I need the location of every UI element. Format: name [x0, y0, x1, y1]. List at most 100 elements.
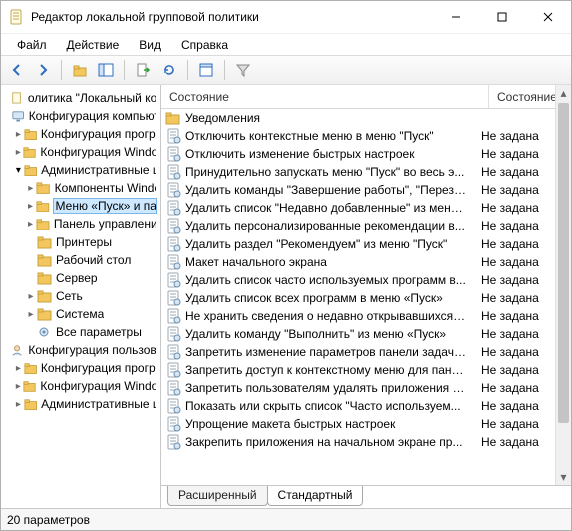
- list-folder-row[interactable]: Уведомления: [161, 109, 555, 127]
- chevron-right-icon[interactable]: ▸: [25, 309, 37, 320]
- list-body[interactable]: УведомленияОтключить контекстные меню в …: [161, 109, 555, 485]
- list-setting-row[interactable]: Удалить список часто используемых програ…: [161, 271, 555, 289]
- list-item-state: Не задана: [473, 345, 555, 359]
- list-setting-row[interactable]: Макет начального экранаНе задана: [161, 253, 555, 271]
- forward-button[interactable]: [31, 58, 55, 82]
- list-setting-row[interactable]: Закрепить приложения на начальном экране…: [161, 433, 555, 451]
- scrollbar-vertical[interactable]: ▴ ▾: [555, 85, 571, 485]
- list-item-state: Не задана: [473, 435, 555, 449]
- tree-administrative-templates[interactable]: ▾ Административные ша: [1, 161, 160, 179]
- list-setting-row[interactable]: Отключить контекстные меню в меню "Пуск"…: [161, 127, 555, 145]
- up-button[interactable]: [68, 58, 92, 82]
- tree-label: Система: [56, 307, 104, 321]
- setting-icon: [165, 434, 181, 450]
- list-setting-row[interactable]: Удалить персонализированные рекомендации…: [161, 217, 555, 235]
- menu-file[interactable]: Файл: [7, 36, 57, 54]
- list-setting-row[interactable]: Запретить пользователям удалять приложен…: [161, 379, 555, 397]
- back-button[interactable]: [5, 58, 29, 82]
- chevron-right-icon[interactable]: ▸: [13, 363, 24, 374]
- tree-user-admin[interactable]: ▸ Административные ша: [1, 395, 160, 413]
- list-setting-row[interactable]: Удалить команду "Выполнить" из меню «Пус…: [161, 325, 555, 343]
- tree-computer-configuration[interactable]: Конфигурация компьютер: [1, 107, 160, 125]
- tree-network[interactable]: ▸ Сеть: [1, 287, 160, 305]
- chevron-right-icon[interactable]: ▸: [13, 129, 24, 140]
- tree-label: Рабочий стол: [56, 253, 131, 267]
- chevron-down-icon[interactable]: ▾: [13, 165, 24, 176]
- toolbar-separator-4: [224, 60, 225, 80]
- list-setting-row[interactable]: Удалить список "Недавно добавленные" из …: [161, 199, 555, 217]
- maximize-button[interactable]: [479, 1, 525, 33]
- policy-icon: [11, 91, 25, 105]
- chevron-right-icon[interactable]: ▸: [25, 219, 36, 230]
- tree-label: Конфигурация Windows: [40, 145, 156, 159]
- minimize-button[interactable]: [433, 1, 479, 33]
- tree-label: Конфигурация програм: [41, 127, 156, 141]
- tree-pane[interactable]: олитика "Локальный компь Конфигурация ко…: [1, 85, 161, 508]
- scroll-up-button[interactable]: ▴: [556, 85, 571, 101]
- window-title: Редактор локальной групповой политики: [31, 10, 433, 24]
- statusbar: 20 параметров: [1, 508, 571, 530]
- chevron-right-icon[interactable]: ▸: [25, 201, 36, 212]
- list-item-name: Удалить раздел "Рекомендуем" из меню "Пу…: [185, 237, 473, 251]
- menubar: Файл Действие Вид Справка: [1, 33, 571, 55]
- tree-system[interactable]: ▸ Система: [1, 305, 160, 323]
- list-setting-row[interactable]: Удалить раздел "Рекомендуем" из меню "Пу…: [161, 235, 555, 253]
- titlebar: Редактор локальной групповой политики: [1, 1, 571, 33]
- show-hide-tree-button[interactable]: [94, 58, 118, 82]
- properties-button[interactable]: [194, 58, 218, 82]
- menu-view[interactable]: Вид: [129, 36, 171, 54]
- main-area: олитика "Локальный компь Конфигурация ко…: [1, 85, 571, 508]
- tab-standard[interactable]: Стандартный: [267, 486, 364, 506]
- tree-label: Конфигурация пользовате: [28, 343, 156, 357]
- list-item-name: Удалить команду "Выполнить" из меню «Пус…: [185, 327, 473, 341]
- list-setting-row[interactable]: Принудительно запускать меню "Пуск" во в…: [161, 163, 555, 181]
- setting-icon: [165, 362, 181, 378]
- list-setting-row[interactable]: Отключить изменение быстрых настроекНе з…: [161, 145, 555, 163]
- list-setting-row[interactable]: Упрощение макета быстрых настроекНе зада…: [161, 415, 555, 433]
- tree-server[interactable]: Сервер: [1, 269, 160, 287]
- tree-all-parameters[interactable]: Все параметры: [1, 323, 160, 341]
- list-setting-row[interactable]: Запретить изменение параметров панели за…: [161, 343, 555, 361]
- tree-user-programs[interactable]: ▸ Конфигурация програм: [1, 359, 160, 377]
- close-button[interactable]: [525, 1, 571, 33]
- tree-printers[interactable]: Принтеры: [1, 233, 160, 251]
- folder-icon: [36, 181, 51, 195]
- tree-label: Административные ша: [41, 163, 156, 177]
- tree-windows-configuration[interactable]: ▸ Конфигурация Windows: [1, 143, 160, 161]
- list-setting-row[interactable]: Удалить команды "Завершение работы", "Пе…: [161, 181, 555, 199]
- column-header-name[interactable]: Состояние: [161, 85, 489, 108]
- export-button[interactable]: [131, 58, 155, 82]
- toolbar: [1, 55, 571, 85]
- menu-action[interactable]: Действие: [57, 36, 130, 54]
- chevron-right-icon[interactable]: ▸: [13, 381, 23, 392]
- tree-user-configuration[interactable]: Конфигурация пользовате: [1, 341, 160, 359]
- filter-button[interactable]: [231, 58, 255, 82]
- scroll-down-button[interactable]: ▾: [556, 469, 571, 485]
- chevron-right-icon[interactable]: ▸: [25, 291, 37, 302]
- computer-icon: [12, 109, 26, 123]
- list-item-name: Отключить изменение быстрых настроек: [185, 147, 473, 161]
- list-setting-row[interactable]: Показать или скрыть список "Часто исполь…: [161, 397, 555, 415]
- tree-desktop[interactable]: Рабочий стол: [1, 251, 160, 269]
- tree-windows-components[interactable]: ▸ Компоненты Windo: [1, 179, 160, 197]
- tab-extended[interactable]: Расширенный: [167, 486, 268, 506]
- tree-user-windows[interactable]: ▸ Конфигурация Windows: [1, 377, 160, 395]
- chevron-right-icon[interactable]: ▸: [13, 399, 24, 410]
- folder-icon: [37, 253, 53, 267]
- folder-icon: [36, 199, 51, 213]
- chevron-right-icon[interactable]: ▸: [25, 183, 36, 194]
- tree-start-menu[interactable]: ▸ Меню «Пуск» и пан: [1, 197, 160, 215]
- tree-root[interactable]: олитика "Локальный компь: [1, 89, 160, 107]
- tree-programs-configuration[interactable]: ▸ Конфигурация програм: [1, 125, 160, 143]
- refresh-button[interactable]: [157, 58, 181, 82]
- list-setting-row[interactable]: Запретить доступ к контекстному меню для…: [161, 361, 555, 379]
- setting-icon: [165, 272, 181, 288]
- list-item-state: Не задана: [473, 327, 555, 341]
- list-setting-row[interactable]: Не хранить сведения о недавно открывавши…: [161, 307, 555, 325]
- scroll-thumb[interactable]: [558, 103, 569, 423]
- menu-help[interactable]: Справка: [171, 36, 238, 54]
- tree-control-panel[interactable]: ▸ Панель управления: [1, 215, 160, 233]
- list-item-state: Не задана: [473, 183, 555, 197]
- chevron-right-icon[interactable]: ▸: [13, 147, 23, 158]
- list-setting-row[interactable]: Удалить список всех программ в меню «Пус…: [161, 289, 555, 307]
